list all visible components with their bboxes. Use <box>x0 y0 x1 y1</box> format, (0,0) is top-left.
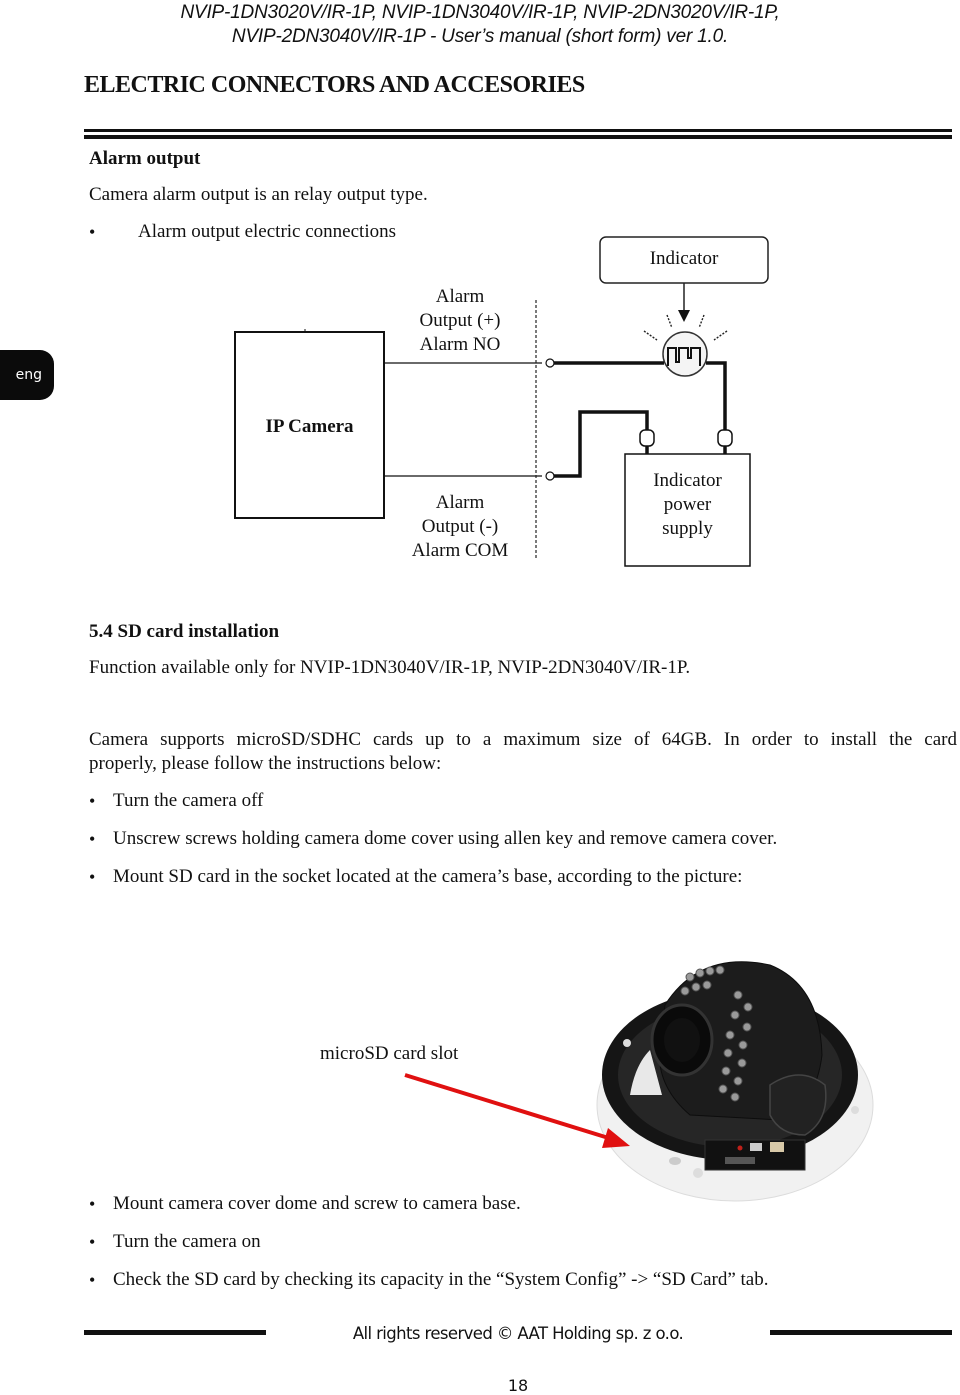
bullet-icon: • <box>89 867 96 887</box>
bullet-icon: • <box>89 1270 96 1290</box>
indicator-arrow-head <box>678 310 690 322</box>
alarm-output-minus-label: Alarm Output (-) Alarm COM <box>390 491 530 563</box>
list-item: Unscrew screws holding camera dome cover… <box>113 828 778 849</box>
ps-terminal-left <box>639 429 655 447</box>
list-item: Mount camera cover dome and screw to cam… <box>113 1193 521 1214</box>
list-item: Check the SD card by checking its capaci… <box>113 1269 769 1290</box>
microsd-slot-label: microSD card slot <box>320 1043 459 1064</box>
sd-support-text-line-1: Camera supports microSD/SDHC cards up to… <box>89 729 957 750</box>
bullet-icon: • <box>89 791 96 811</box>
label-line: Alarm COM <box>411 540 509 561</box>
manual-header-line-2: NVIP-2DN3040V/IR-1P - User’s manual (sho… <box>231 26 729 47</box>
title-divider-thick <box>84 135 952 139</box>
alarm-output-intro: Camera alarm output is an relay output t… <box>89 184 428 205</box>
label-line: Alarm <box>435 286 485 307</box>
sd-support-text-line-2: properly, please follow the instructions… <box>89 753 442 774</box>
power-supply-label: Indicator power supply <box>625 469 750 541</box>
indicator-label: Indicator <box>649 248 719 269</box>
alarm-wiring-diagram: Indicator IP Camera Alarm Output (+) Ala… <box>0 230 960 590</box>
alarm-output-plus-label: Alarm Output (+) Alarm NO <box>390 285 530 357</box>
ps-terminal-right <box>717 429 733 447</box>
red-arrow-icon <box>404 1073 630 1148</box>
ip-camera-label: IP Camera <box>265 416 354 437</box>
list-item: Turn the camera off <box>113 790 264 811</box>
label-line: Alarm NO <box>419 334 501 355</box>
sd-card-heading: 5.4 SD card installation <box>89 621 280 642</box>
label-line: supply <box>662 518 713 539</box>
alarm-output-heading: Alarm output <box>89 148 201 169</box>
label-line: Alarm <box>435 492 485 513</box>
footer-copyright: All rights reserved © AAT Holding sp. z … <box>352 1324 684 1343</box>
list-item: Turn the camera on <box>113 1231 261 1252</box>
label-line: power <box>663 494 712 515</box>
bullet-icon: • <box>89 1194 96 1214</box>
page-number: 18 <box>507 1376 529 1395</box>
microsd-slot <box>725 1157 755 1164</box>
bullet-icon: • <box>89 1232 96 1252</box>
sd-availability-text: Function available only for NVIP-1DN3040… <box>89 657 691 678</box>
label-line: Indicator <box>653 470 722 491</box>
title-divider-thin <box>84 129 952 132</box>
label-line: Output (+) <box>419 310 501 331</box>
section-title: ELECTRIC CONNECTORS AND ACCESORIES <box>84 72 585 98</box>
label-line: Output (-) <box>421 516 499 537</box>
terminal-no <box>545 358 555 368</box>
terminal-com <box>545 471 555 481</box>
manual-header-line-1: NVIP-1DN3020V/IR-1P, NVIP-1DN3040V/IR-1P… <box>180 2 780 23</box>
bullet-icon: • <box>89 829 96 849</box>
list-item: Mount SD card in the socket located at t… <box>113 866 743 887</box>
